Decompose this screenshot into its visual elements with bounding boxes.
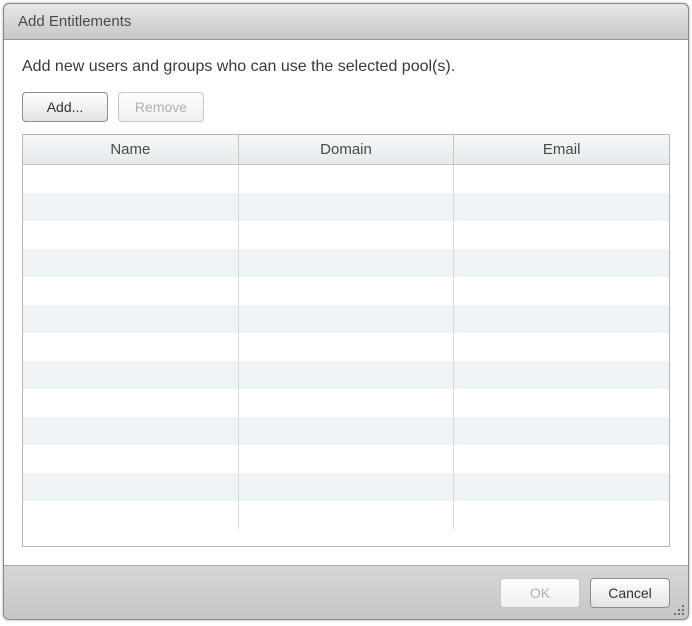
column-header-domain[interactable]: Domain — [239, 135, 455, 164]
cell-email — [454, 165, 669, 193]
cell-name — [23, 193, 239, 221]
cell-domain — [239, 389, 455, 417]
cell-domain — [239, 305, 455, 333]
cell-email — [454, 277, 669, 305]
cell-domain — [239, 333, 455, 361]
table-row[interactable] — [23, 473, 669, 501]
cell-domain — [239, 361, 455, 389]
cell-email — [454, 417, 669, 445]
cell-email — [454, 193, 669, 221]
cell-domain — [239, 277, 455, 305]
dialog-titlebar[interactable]: Add Entitlements — [4, 4, 688, 40]
dialog-content: Add new users and groups who can use the… — [4, 40, 688, 565]
table-row[interactable] — [23, 249, 669, 277]
cell-email — [454, 305, 669, 333]
table-row[interactable] — [23, 277, 669, 305]
cell-email — [454, 501, 669, 529]
cell-name — [23, 277, 239, 305]
cell-name — [23, 417, 239, 445]
table-row[interactable] — [23, 361, 669, 389]
dialog-footer: OK Cancel — [4, 565, 688, 619]
cell-email — [454, 361, 669, 389]
remove-button: Remove — [118, 92, 204, 122]
cell-name — [23, 445, 239, 473]
cell-domain — [239, 249, 455, 277]
cell-name — [23, 473, 239, 501]
cell-domain — [239, 221, 455, 249]
cell-email — [454, 445, 669, 473]
cell-email — [454, 333, 669, 361]
entitlements-table: Name Domain Email — [22, 134, 670, 547]
cell-domain — [239, 445, 455, 473]
cell-name — [23, 221, 239, 249]
cell-email — [454, 221, 669, 249]
cell-name — [23, 305, 239, 333]
cell-name — [23, 333, 239, 361]
table-body[interactable] — [23, 165, 669, 546]
cell-email — [454, 249, 669, 277]
dialog-title: Add Entitlements — [18, 13, 131, 30]
resize-grip-icon[interactable] — [672, 603, 686, 617]
column-header-name[interactable]: Name — [23, 135, 239, 164]
cell-domain — [239, 473, 455, 501]
table-row[interactable] — [23, 417, 669, 445]
action-button-row: Add... Remove — [22, 92, 670, 122]
instruction-text: Add new users and groups who can use the… — [22, 58, 670, 76]
cell-name — [23, 165, 239, 193]
ok-button: OK — [500, 578, 580, 608]
table-row[interactable] — [23, 305, 669, 333]
table-row[interactable] — [23, 389, 669, 417]
table-row[interactable] — [23, 165, 669, 193]
add-button[interactable]: Add... — [22, 92, 108, 122]
table-row[interactable] — [23, 445, 669, 473]
cell-domain — [239, 501, 455, 529]
cell-name — [23, 389, 239, 417]
table-row[interactable] — [23, 333, 669, 361]
column-header-email[interactable]: Email — [454, 135, 669, 164]
table-row[interactable] — [23, 501, 669, 529]
cancel-button[interactable]: Cancel — [590, 578, 670, 608]
add-entitlements-dialog: Add Entitlements Add new users and group… — [3, 3, 689, 620]
cell-email — [454, 389, 669, 417]
cell-name — [23, 501, 239, 529]
table-header: Name Domain Email — [23, 135, 669, 165]
cell-email — [454, 473, 669, 501]
cell-domain — [239, 417, 455, 445]
table-row[interactable] — [23, 193, 669, 221]
cell-domain — [239, 193, 455, 221]
cell-name — [23, 361, 239, 389]
cell-name — [23, 249, 239, 277]
table-row[interactable] — [23, 221, 669, 249]
cell-domain — [239, 165, 455, 193]
